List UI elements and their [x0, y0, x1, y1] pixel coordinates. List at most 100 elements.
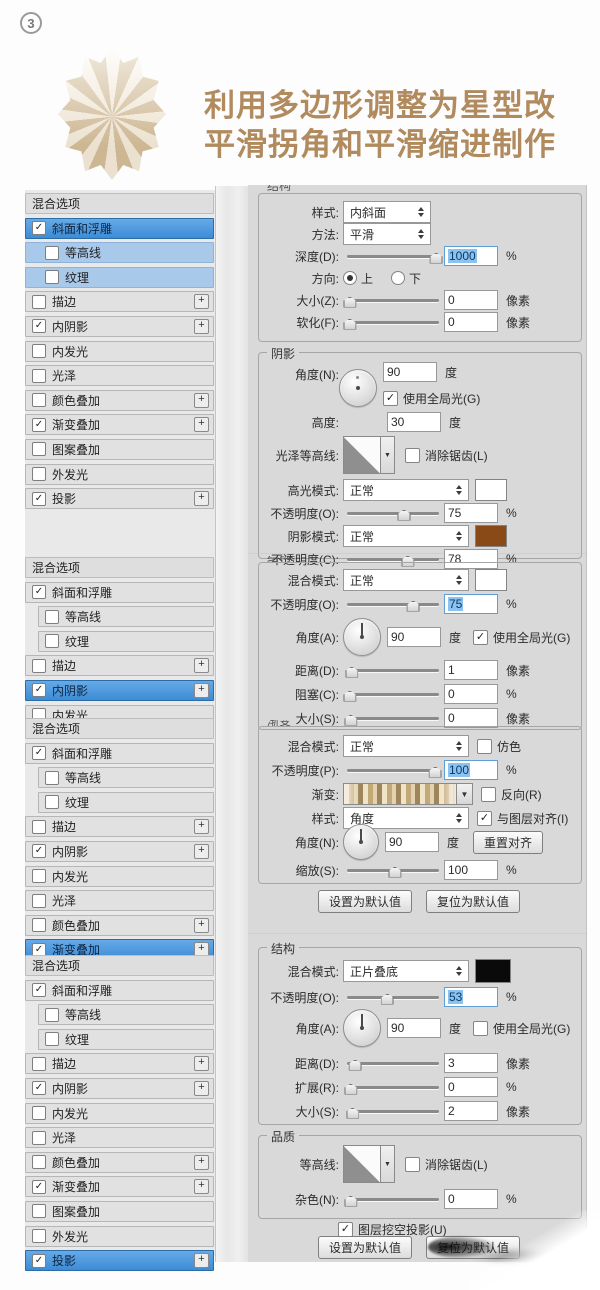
angle-input[interactable]: 90 — [383, 362, 437, 382]
blend-mode-select[interactable]: 正片叠底 — [343, 960, 469, 982]
style-enable-checkbox[interactable] — [32, 918, 46, 932]
choke-input[interactable]: 0 — [444, 684, 498, 704]
style-enable-checkbox[interactable] — [32, 1081, 46, 1095]
direction-up-radio[interactable] — [343, 271, 357, 285]
contour-dropdown-arrow-icon[interactable]: ▼ — [381, 1145, 395, 1183]
style-enable-checkbox[interactable] — [32, 393, 46, 407]
style-enable-checkbox[interactable] — [32, 1254, 46, 1268]
use-global-light-checkbox[interactable] — [473, 1021, 488, 1036]
slider-thumb[interactable] — [343, 691, 356, 702]
style-enable-checkbox[interactable] — [32, 295, 46, 309]
add-effect-plus-icon[interactable]: + — [194, 683, 209, 698]
style-enable-checkbox[interactable] — [45, 1032, 59, 1046]
style-row[interactable]: 颜色叠加+ — [25, 390, 214, 411]
style-row[interactable]: 纹理 — [38, 792, 214, 813]
soften-slider[interactable] — [347, 321, 439, 324]
style-row[interactable]: 描边+ — [25, 291, 214, 312]
add-effect-plus-icon[interactable]: + — [194, 658, 209, 673]
style-enable-checkbox[interactable] — [45, 246, 59, 260]
highlight-color-swatch[interactable] — [475, 479, 507, 501]
gradient-dropdown-arrow-icon[interactable]: ▼ — [457, 783, 473, 805]
slider-thumb[interactable] — [346, 1108, 359, 1119]
shadow-color-swatch[interactable] — [475, 525, 507, 547]
style-row[interactable]: 描边+ — [25, 1053, 214, 1074]
style-row[interactable]: 图案叠加 — [25, 1201, 214, 1222]
style-enable-checkbox[interactable] — [32, 585, 46, 599]
contour-dropdown-arrow-icon[interactable]: ▼ — [381, 436, 395, 474]
style-row[interactable]: 等高线 — [38, 606, 214, 627]
opacity-input[interactable]: 75 — [444, 594, 498, 614]
scale-slider[interactable] — [347, 869, 439, 872]
add-effect-plus-icon[interactable]: + — [194, 1253, 209, 1268]
contour-thumbnail[interactable] — [343, 1145, 381, 1183]
style-enable-checkbox[interactable] — [32, 369, 46, 383]
add-effect-plus-icon[interactable]: + — [194, 918, 209, 933]
style-enable-checkbox[interactable] — [32, 1180, 46, 1194]
shadow-mode-select[interactable]: 正常 — [343, 525, 469, 547]
add-effect-plus-icon[interactable]: + — [194, 417, 209, 432]
add-effect-plus-icon[interactable]: + — [194, 1155, 209, 1170]
style-enable-checkbox[interactable] — [32, 869, 46, 883]
choke-slider[interactable] — [347, 693, 439, 696]
soften-input[interactable]: 0 — [444, 312, 498, 332]
slider-thumb[interactable] — [343, 319, 356, 330]
style-enable-checkbox[interactable] — [32, 1057, 46, 1071]
dither-checkbox[interactable] — [477, 739, 492, 754]
slider-thumb[interactable] — [388, 867, 401, 878]
use-global-light-checkbox[interactable] — [383, 391, 398, 406]
style-row[interactable]: 投影+ — [25, 488, 214, 509]
style-row[interactable]: 内阴影+ — [25, 316, 214, 337]
set-default-button[interactable]: 设置为默认值 — [318, 1236, 412, 1259]
opacity-slider[interactable] — [347, 603, 439, 606]
style-enable-checkbox[interactable] — [32, 1106, 46, 1120]
size-slider[interactable] — [347, 1110, 439, 1113]
bevel-style-select[interactable]: 内斜面 — [343, 201, 431, 223]
style-row[interactable]: 内阴影+ — [25, 841, 214, 862]
style-enable-checkbox[interactable] — [45, 270, 59, 284]
style-enable-checkbox[interactable] — [32, 1229, 46, 1243]
style-enable-checkbox[interactable] — [45, 1008, 59, 1022]
style-enable-checkbox[interactable] — [32, 983, 46, 997]
angle-altitude-dial[interactable] — [339, 369, 377, 407]
drop-shadow-color-swatch[interactable] — [475, 959, 511, 983]
distance-slider[interactable] — [347, 669, 439, 672]
style-row[interactable]: 纹理 — [38, 631, 214, 652]
set-default-button[interactable]: 设置为默认值 — [318, 890, 412, 913]
distance-input[interactable]: 3 — [444, 1053, 498, 1073]
style-row[interactable]: 颜色叠加+ — [25, 1152, 214, 1173]
slider-thumb[interactable] — [381, 994, 394, 1005]
spread-input[interactable]: 0 — [444, 1077, 498, 1097]
style-enable-checkbox[interactable] — [32, 344, 46, 358]
reset-alignment-button[interactable]: 重置对齐 — [473, 831, 543, 854]
style-row[interactable]: 描边+ — [25, 816, 214, 837]
style-row[interactable]: 描边+ — [25, 655, 214, 676]
distance-slider[interactable] — [347, 1062, 439, 1065]
style-enable-checkbox[interactable] — [32, 746, 46, 760]
angle-dial[interactable] — [343, 1009, 381, 1047]
style-row[interactable]: 渐变叠加+ — [25, 414, 214, 435]
add-effect-plus-icon[interactable]: + — [194, 1179, 209, 1194]
style-row[interactable]: 光泽 — [25, 365, 214, 386]
size-input[interactable]: 2 — [444, 1101, 498, 1121]
spread-slider[interactable] — [347, 1086, 439, 1089]
style-row[interactable]: 斜面和浮雕 — [25, 743, 214, 764]
style-enable-checkbox[interactable] — [32, 659, 46, 673]
style-enable-checkbox[interactable] — [32, 683, 46, 697]
style-enable-checkbox[interactable] — [32, 1131, 46, 1145]
opacity-slider[interactable] — [347, 996, 439, 999]
slider-thumb[interactable] — [345, 667, 358, 678]
blend-mode-select[interactable]: 正常 — [343, 735, 469, 757]
scale-input[interactable]: 100 — [444, 860, 498, 880]
blend-mode-select[interactable]: 正常 — [343, 569, 469, 591]
slider-thumb[interactable] — [344, 715, 357, 726]
add-effect-plus-icon[interactable]: + — [194, 319, 209, 334]
style-enable-checkbox[interactable] — [32, 1204, 46, 1218]
angle-input[interactable]: 90 — [387, 627, 441, 647]
style-row[interactable]: 内发光 — [25, 866, 214, 887]
add-effect-plus-icon[interactable]: + — [194, 393, 209, 408]
opacity-input[interactable]: 100 — [444, 760, 498, 780]
gradient-preview[interactable] — [343, 783, 457, 805]
slider-thumb[interactable] — [407, 601, 420, 612]
style-row[interactable]: 投影+ — [25, 1250, 214, 1271]
size-input[interactable]: 0 — [444, 708, 498, 728]
